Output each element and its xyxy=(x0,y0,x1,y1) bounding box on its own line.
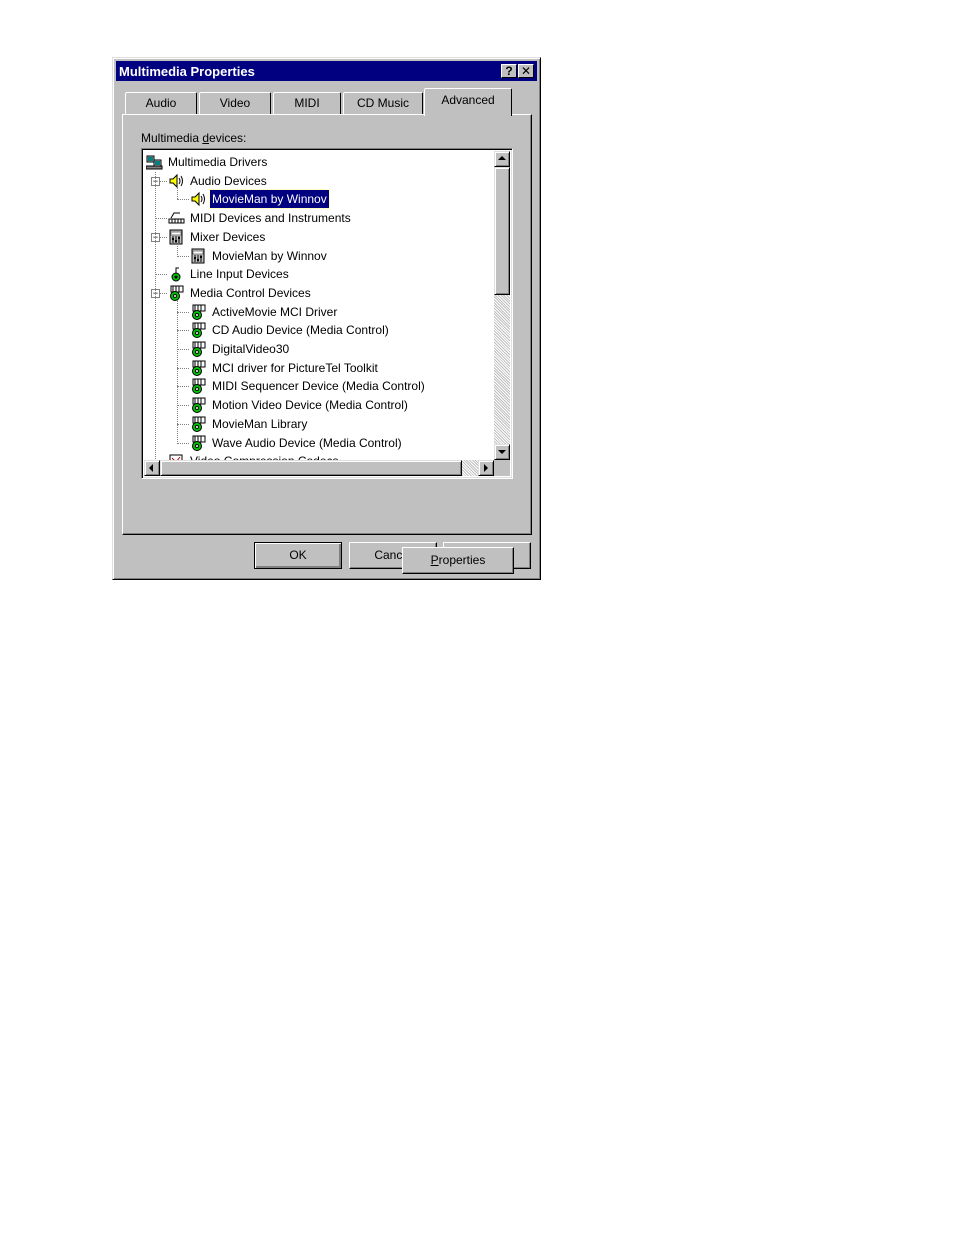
tree-item[interactable]: ActiveMovie MCI Driver xyxy=(190,303,339,321)
arrow-right-icon xyxy=(484,464,488,472)
tree-connector xyxy=(177,405,189,407)
tree-item[interactable]: Mixer Devices xyxy=(168,228,267,246)
tree-item-label: DigitalVideo30 xyxy=(212,342,290,356)
vertical-scroll-thumb[interactable] xyxy=(494,167,510,295)
tree-connector xyxy=(177,299,178,443)
media-control-icon xyxy=(190,304,207,320)
ok-button[interactable]: OK xyxy=(254,542,342,569)
tab-video[interactable]: Video xyxy=(199,92,271,115)
tree-item-label: Line Input Devices xyxy=(190,267,289,282)
tree-item-label: Video Compression Codecs xyxy=(188,452,341,460)
tab-advanced[interactable]: Advanced xyxy=(424,88,512,116)
tree-connector xyxy=(177,199,189,201)
tree-item[interactable]: Line Input Devices xyxy=(168,265,291,283)
close-icon: ✕ xyxy=(520,64,532,78)
tree-item[interactable]: DigitalVideo30 xyxy=(190,340,291,358)
advanced-tab-panel: Multimedia devices: Multimedia Drivers Au… xyxy=(122,114,532,574)
device-tree-view[interactable]: Multimedia Drivers Audio Devices − MovieMan… xyxy=(141,148,513,479)
tree-item-label: ActiveMovie MCI Driver xyxy=(212,304,338,319)
tree-item[interactable]: Audio Devices xyxy=(168,172,269,190)
tree-item-label: Wave Audio Device (Media Control) xyxy=(212,435,402,450)
codec-icon xyxy=(168,453,185,460)
tree-item[interactable]: MovieMan by Winnov xyxy=(190,247,329,265)
speaker-icon xyxy=(190,191,207,207)
tree-connector xyxy=(177,330,189,332)
tree-item[interactable]: Video Compression Codecs xyxy=(168,452,341,460)
media-control-icon xyxy=(190,378,207,395)
device-tree: Multimedia Drivers Audio Devices − MovieMan… xyxy=(144,151,494,460)
tree-item[interactable]: MCI driver for PictureTel Toolkit xyxy=(190,359,380,377)
tree-connector xyxy=(177,187,178,200)
tree-item[interactable]: Motion Video Device (Media Control) xyxy=(190,396,410,414)
tree-connector xyxy=(177,255,189,257)
scroll-up-button[interactable] xyxy=(494,151,510,167)
media-control-icon xyxy=(190,416,207,432)
window-title: Multimedia Properties xyxy=(119,64,255,79)
tree-item-label: MIDI Sequencer Device (Media Control) xyxy=(212,379,425,394)
help-button[interactable]: ? xyxy=(501,64,517,78)
tree-connector xyxy=(177,349,189,350)
horizontal-scrollbar[interactable] xyxy=(144,460,494,476)
tree-item-label: Motion Video Device (Media Control) xyxy=(212,398,408,413)
title-bar[interactable]: Multimedia Properties ? ✕ xyxy=(116,61,537,81)
tree-item-label: Mixer Devices xyxy=(190,229,266,244)
midi-icon xyxy=(168,210,185,226)
arrow-left-icon xyxy=(149,464,153,472)
tree-item-label: MCI driver for PictureTel Toolkit xyxy=(212,360,378,375)
tree-item-label: MIDI Devices and Instruments xyxy=(190,211,351,226)
media-control-icon xyxy=(190,360,207,376)
media-control-icon xyxy=(190,341,207,357)
multimedia-properties-dialog: Multimedia Properties ? ✕ Audio Video MI… xyxy=(112,57,541,580)
media-control-icon xyxy=(168,285,185,301)
tree-connector xyxy=(177,367,189,369)
scroll-corner xyxy=(494,460,510,476)
mixer-icon xyxy=(168,229,185,245)
tree-connector xyxy=(177,311,189,313)
multimedia-devices-label: Multimedia devices: xyxy=(141,131,247,145)
tree-connector xyxy=(155,218,167,220)
tree-connector xyxy=(177,243,178,256)
tree-item-label: MovieMan by Winnov xyxy=(212,248,327,263)
tree-item[interactable]: MIDI Devices and Instruments xyxy=(168,209,353,227)
computer-icon xyxy=(145,154,163,170)
tree-connector xyxy=(177,423,189,425)
tree-connector xyxy=(177,442,189,444)
tree-item-label: Multimedia Drivers xyxy=(168,155,268,169)
scroll-right-button[interactable] xyxy=(478,460,494,476)
tree-connector xyxy=(155,171,156,460)
scroll-left-button[interactable] xyxy=(144,460,160,476)
media-control-icon xyxy=(190,397,207,414)
tree-item[interactable]: MovieMan by Winnov xyxy=(190,189,330,210)
tree-item-label: MovieMan Library xyxy=(212,416,308,431)
tree-item[interactable]: Media Control Devices xyxy=(168,284,313,302)
tree-item[interactable]: Wave Audio Device (Media Control) xyxy=(190,434,404,452)
tree-item[interactable]: MovieMan Library xyxy=(190,415,309,433)
tree-item-label: Audio Devices xyxy=(190,173,267,188)
properties-button[interactable]: Properties xyxy=(402,547,514,574)
vertical-scrollbar[interactable] xyxy=(494,151,510,460)
tab-cd-music[interactable]: CD Music xyxy=(343,92,423,115)
arrow-down-icon xyxy=(498,450,506,454)
arrow-up-icon xyxy=(498,156,506,160)
media-control-icon xyxy=(190,322,207,339)
mixer-icon xyxy=(190,248,207,264)
media-control-icon xyxy=(190,435,207,451)
speaker-icon xyxy=(168,173,185,189)
horizontal-scroll-thumb[interactable] xyxy=(160,460,462,476)
tree-item-label: MovieMan by Winnov xyxy=(209,189,330,210)
tree-item[interactable]: Multimedia Drivers xyxy=(145,153,269,171)
close-button[interactable]: ✕ xyxy=(518,64,534,78)
tree-item-label: Media Control Devices xyxy=(190,285,311,300)
tab-midi[interactable]: MIDI xyxy=(273,92,341,115)
tree-item[interactable]: CD Audio Device (Media Control) xyxy=(190,321,391,339)
tree-item[interactable]: MIDI Sequencer Device (Media Control) xyxy=(190,377,427,395)
tree-connector xyxy=(177,386,189,388)
tree-connector xyxy=(155,274,167,276)
tab-audio[interactable]: Audio xyxy=(125,92,197,115)
scroll-down-button[interactable] xyxy=(494,444,510,460)
line-input-icon xyxy=(168,266,185,282)
tree-item-label: CD Audio Device (Media Control) xyxy=(212,323,389,338)
